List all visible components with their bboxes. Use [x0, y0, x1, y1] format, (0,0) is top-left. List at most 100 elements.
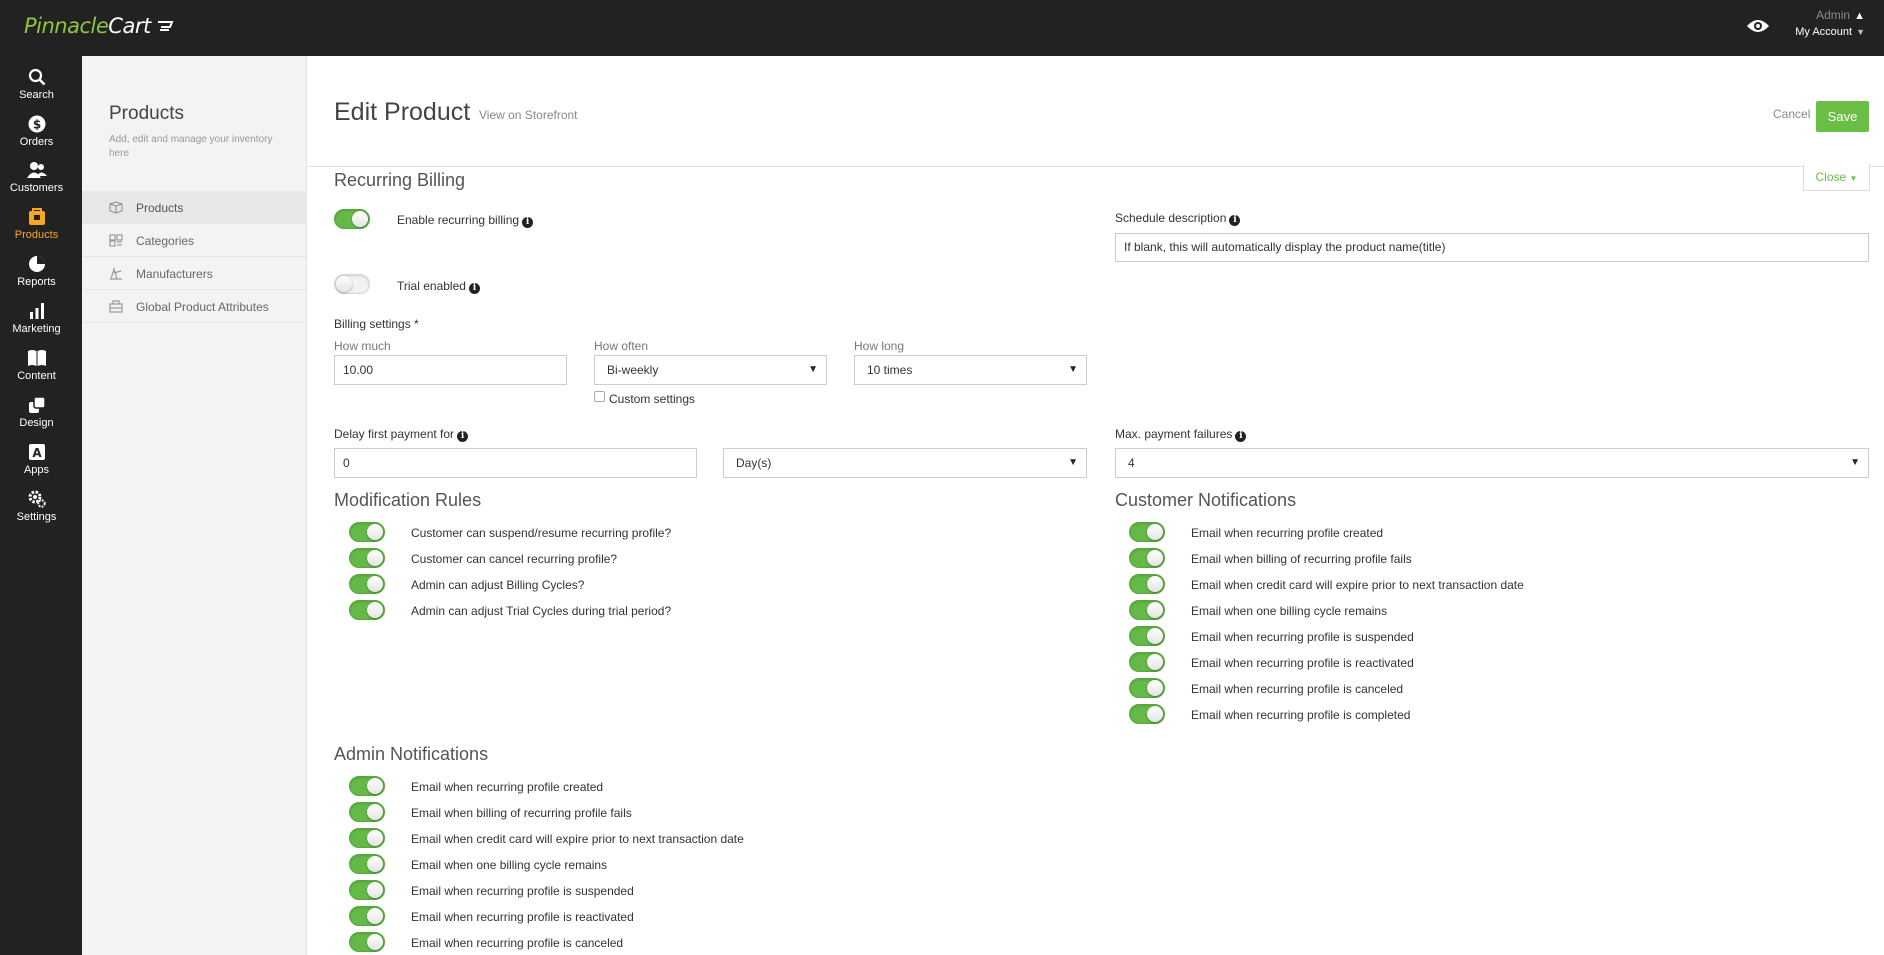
- my-account-link[interactable]: My Account ▼: [1795, 26, 1865, 38]
- how-often-select[interactable]: Bi-weekly ▼: [594, 355, 827, 385]
- admin-notification-label: Email when billing of recurring profile …: [411, 806, 632, 820]
- admin-notification-toggle[interactable]: [349, 776, 385, 796]
- customer-notification-toggle[interactable]: [1129, 522, 1165, 542]
- logo-text-part2: Cart: [108, 14, 151, 38]
- customer-notification-toggle[interactable]: [1129, 652, 1165, 672]
- customer-notification-toggle[interactable]: [1129, 548, 1165, 568]
- customer-notification-label: Email when one billing cycle remains: [1191, 604, 1388, 618]
- customer-notifications-title: Customer Notifications: [1115, 490, 1297, 510]
- view-on-storefront-link[interactable]: View on Storefront: [479, 108, 578, 122]
- info-icon[interactable]: i: [1229, 215, 1241, 226]
- delay-first-payment-input[interactable]: 0: [334, 448, 697, 478]
- nav-marketing[interactable]: Marketing: [0, 302, 73, 335]
- pinnacle-cart-logo[interactable]: PinnacleCart: [24, 14, 174, 38]
- main-content: Edit Product View on Storefront Cancel S…: [307, 56, 1884, 955]
- how-much-label: How much: [334, 339, 391, 353]
- svg-text:$: $: [32, 118, 40, 132]
- customer-notification-toggle[interactable]: [1129, 678, 1165, 698]
- pie-chart-icon: [28, 256, 45, 272]
- subnav-list: Products Categories Manufacturers Global…: [82, 191, 307, 323]
- rule-label: Admin can adjust Billing Cycles?: [411, 578, 585, 592]
- customer-notification-label: Email when credit card will expire prior…: [1191, 578, 1524, 592]
- admin-notifications-title: Admin Notifications: [334, 744, 489, 764]
- nav-customers[interactable]: Customers: [0, 161, 73, 194]
- customer-notification-toggle[interactable]: [1129, 574, 1165, 594]
- how-long-label: How long: [854, 339, 905, 353]
- admin-notification-label: Email when recurring profile is reactiva…: [411, 910, 634, 924]
- close-section-button[interactable]: Close ▼: [1803, 164, 1870, 191]
- book-icon: [27, 350, 46, 366]
- nav-content[interactable]: Content: [0, 349, 73, 382]
- rule-toggle[interactable]: [349, 522, 385, 542]
- nav-orders[interactable]: $ Orders: [0, 115, 73, 148]
- nav-label: Search: [19, 89, 54, 101]
- nav-label: Settings: [16, 511, 57, 523]
- max-payment-failures-label: Max. payment failures i: [1115, 427, 1247, 442]
- max-payment-failures-select[interactable]: 4 ▼: [1115, 448, 1869, 478]
- how-long-value: 10 times: [867, 363, 913, 377]
- subnav-item-label: Global Product Attributes: [136, 300, 269, 314]
- nav-label: Customers: [9, 182, 64, 194]
- logo-text-part1: Pinnacle: [24, 14, 109, 38]
- admin-notification-toggle[interactable]: [349, 828, 385, 848]
- nav-settings[interactable]: Settings: [0, 490, 73, 523]
- save-button[interactable]: Save: [1816, 101, 1869, 132]
- enable-recurring-toggle[interactable]: [334, 209, 370, 229]
- delay-unit-select[interactable]: Day(s) ▼: [723, 448, 1087, 478]
- nav-apps[interactable]: A Apps: [0, 443, 73, 476]
- box-icon: [109, 201, 123, 214]
- admin-notification-toggle[interactable]: [349, 880, 385, 900]
- customer-notification-label: Email when recurring profile is complete…: [1191, 708, 1411, 722]
- max-failures-value: 4: [1128, 456, 1135, 470]
- nav-search[interactable]: Search: [0, 68, 73, 101]
- how-long-select[interactable]: 10 times ▼: [854, 355, 1087, 385]
- customer-notification-label: Email when recurring profile is suspende…: [1191, 630, 1414, 644]
- cart-logo-icon: [157, 21, 174, 31]
- admin-notification-toggle[interactable]: [349, 854, 385, 874]
- nav-products[interactable]: Products: [0, 208, 73, 241]
- subnav-item-products[interactable]: Products: [82, 191, 307, 224]
- nav-design[interactable]: Design: [0, 396, 73, 429]
- info-icon[interactable]: i: [522, 217, 534, 228]
- subnav-item-categories[interactable]: Categories: [82, 224, 307, 257]
- admin-notification-label: Email when one billing cycle remains: [411, 858, 608, 872]
- nav-label: Marketing: [12, 323, 61, 335]
- customer-notification-toggle[interactable]: [1129, 600, 1165, 620]
- customer-notification-toggle[interactable]: [1129, 626, 1165, 646]
- admin-notification-label: Email when recurring profile is canceled: [411, 936, 624, 950]
- subnav-item-manufacturers[interactable]: Manufacturers: [82, 257, 307, 290]
- customer-notification-label: Email when recurring profile created: [1191, 526, 1384, 540]
- admin-notification-toggle[interactable]: [349, 802, 385, 822]
- admin-notification-toggle[interactable]: [349, 906, 385, 926]
- subnav-item-global-attributes[interactable]: Global Product Attributes: [82, 290, 307, 323]
- gear-icon: [28, 490, 46, 508]
- bell-icon[interactable]: ▲: [1854, 10, 1865, 22]
- apps-icon: A: [28, 444, 45, 460]
- admin-notification-toggle[interactable]: [349, 932, 385, 952]
- rule-toggle[interactable]: [349, 600, 385, 620]
- info-icon[interactable]: i: [468, 283, 480, 294]
- nav-label: Content: [17, 370, 56, 382]
- rule-toggle[interactable]: [349, 574, 385, 594]
- info-icon[interactable]: i: [1235, 431, 1247, 442]
- custom-settings-checkbox[interactable]: [594, 391, 605, 402]
- nav-reports[interactable]: Reports: [0, 255, 73, 288]
- info-icon[interactable]: i: [457, 431, 469, 442]
- account-menu[interactable]: Admin ▲ My Account ▼: [1795, 8, 1865, 38]
- trial-enabled-toggle[interactable]: [334, 274, 370, 294]
- recurring-billing-title: Recurring Billing: [334, 170, 466, 190]
- preview-eye-icon[interactable]: [1746, 18, 1770, 39]
- cancel-button[interactable]: Cancel: [1773, 107, 1810, 121]
- customers-icon: [26, 162, 47, 178]
- rule-label: Admin can adjust Trial Cycles during tri…: [411, 604, 672, 618]
- how-much-input[interactable]: 10.00: [334, 355, 567, 385]
- rule-toggle[interactable]: [349, 548, 385, 568]
- chevron-down-icon: ▼: [1856, 27, 1865, 37]
- customer-notification-label: Email when billing of recurring profile …: [1191, 552, 1412, 566]
- dropdown-arrow-icon: ▼: [1850, 457, 1860, 468]
- manufacturer-icon: [110, 267, 122, 280]
- rule-label: Customer can cancel recurring profile?: [411, 552, 618, 566]
- admin-notification-label: Email when recurring profile created: [411, 780, 604, 794]
- schedule-description-input[interactable]: If blank, this will automatically displa…: [1115, 233, 1869, 262]
- customer-notification-toggle[interactable]: [1129, 704, 1165, 724]
